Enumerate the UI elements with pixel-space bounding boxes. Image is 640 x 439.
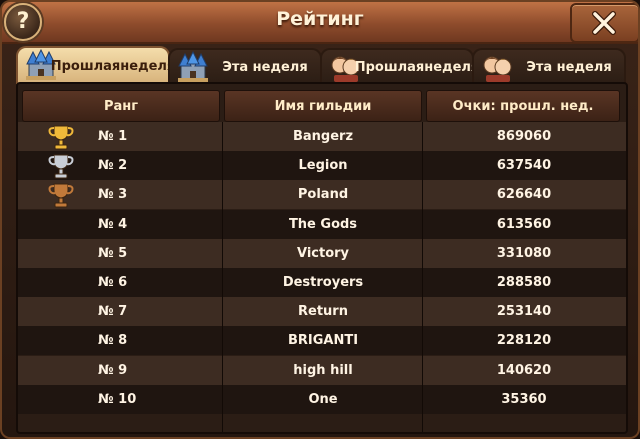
- guild-name-cell: high hill: [293, 362, 353, 378]
- header-points[interactable]: Очки: прошл. нед.: [426, 90, 620, 122]
- points-cell: 140620: [496, 362, 552, 378]
- table-row[interactable]: № 2 Legion 637540: [18, 151, 626, 181]
- points-cell: 228120: [496, 333, 552, 349]
- help-button[interactable]: ?: [4, 3, 42, 41]
- tab-1[interactable]: Прошлая неделя: [16, 46, 176, 84]
- heroes-portrait-icon: [480, 50, 514, 84]
- points-cell: 35360: [501, 391, 547, 407]
- rank-cell: № 8: [98, 333, 128, 349]
- tab-4[interactable]: Эта неделя: [472, 48, 626, 84]
- rank-cell: № 9: [98, 362, 128, 378]
- tab-label: Эта неделя: [216, 50, 314, 84]
- points-cell: 331080: [496, 245, 552, 261]
- column-divider: [222, 122, 223, 432]
- tab-2[interactable]: Эта неделя: [168, 48, 322, 84]
- guild-name-cell: Victory: [296, 245, 350, 261]
- tab-label: Эта неделя: [520, 50, 618, 84]
- tab-3[interactable]: Прошлая неделя: [320, 48, 480, 84]
- guild-name-cell: Legion: [298, 158, 348, 174]
- table-row[interactable]: № 1 Bangerz 869060: [18, 122, 626, 151]
- guild-name-cell: BRIGANTI: [287, 333, 359, 349]
- header-rank[interactable]: Ранг: [22, 90, 220, 122]
- rank-cell: № 6: [98, 275, 128, 290]
- guild-name-cell: One: [308, 391, 338, 407]
- guild-name-cell: The Gods: [288, 216, 358, 232]
- points-cell: 637540: [496, 158, 552, 174]
- table-row[interactable]: № 8 BRIGANTI 228120: [18, 326, 626, 356]
- close-icon: [592, 11, 616, 35]
- header-guild-name[interactable]: Имя гильдии: [224, 90, 422, 122]
- guild-name-cell: Poland: [297, 187, 349, 203]
- tab-label-line1: Эта неделя: [222, 59, 308, 75]
- table-row[interactable]: № 5 Victory 331080: [18, 238, 626, 268]
- tab-label-line1: Эта неделя: [526, 59, 612, 75]
- table-row[interactable]: № 10 One 35360: [18, 384, 626, 414]
- points-cell: 869060: [496, 129, 552, 144]
- close-button[interactable]: [570, 3, 638, 43]
- points-cell: 253140: [496, 304, 552, 320]
- tab-bar: Прошлая неделя Эта неделя Прошлая неделя Эта …: [16, 46, 626, 84]
- points-cell: 288580: [496, 275, 552, 290]
- table-row[interactable]: № 3 Poland 626640: [18, 180, 626, 210]
- rank-cell: № 10: [98, 391, 137, 407]
- rank-cell: № 3: [98, 187, 128, 203]
- rating-window: Рейтинг ? Прошлая неделя Эта неделя Прошлая…: [0, 0, 640, 439]
- title-bar: Рейтинг: [2, 2, 638, 44]
- silver-trophy-icon: [46, 151, 76, 180]
- table-row[interactable]: № 9 high hill 140620: [18, 355, 626, 385]
- table-row[interactable]: № 6 Destroyers 288580: [18, 268, 626, 297]
- tab-label: Прошлая неделя: [355, 50, 480, 84]
- bronze-trophy-icon: [46, 180, 76, 209]
- guild-name-cell: Bangerz: [292, 129, 354, 144]
- rank-cell: № 4: [98, 216, 128, 232]
- rank-cell: № 1: [98, 129, 128, 144]
- points-cell: 626640: [496, 187, 552, 203]
- tab-label-line1: Прошлая: [50, 58, 121, 74]
- table-row[interactable]: № 4 The Gods 613560: [18, 209, 626, 239]
- gold-trophy-icon: [46, 122, 76, 151]
- rank-cell: № 2: [98, 158, 128, 174]
- guild-castle-icon: [176, 50, 210, 84]
- table-row[interactable]: № 7 Return 253140: [18, 297, 626, 327]
- tab-label: Прошлая неделя: [51, 48, 176, 84]
- rank-cell: № 7: [98, 304, 128, 320]
- guild-name-cell: Destroyers: [282, 275, 364, 290]
- rating-table: Ранг Имя гильдии Очки: прошл. нед. № 1 Ba…: [16, 82, 628, 434]
- column-divider: [422, 122, 423, 432]
- tab-label-line1: Прошлая: [354, 59, 425, 75]
- guild-name-cell: Return: [298, 304, 348, 320]
- points-cell: 613560: [496, 216, 552, 232]
- rank-cell: № 5: [98, 245, 128, 261]
- window-title: Рейтинг: [276, 8, 364, 30]
